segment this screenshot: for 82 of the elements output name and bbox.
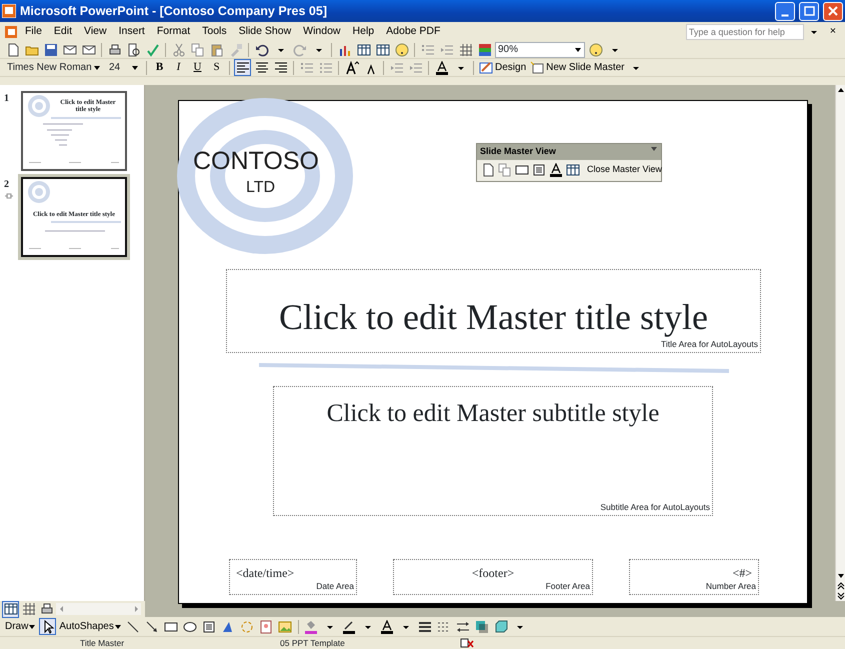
caret-icon [574, 46, 582, 54]
copy-icon[interactable] [189, 41, 206, 58]
logo-suffix: LTD [246, 178, 276, 198]
autoshapes-menu-button[interactable]: AutoShapes [58, 618, 123, 635]
normal-view-icon[interactable] [2, 600, 19, 618]
bold-button[interactable]: B [151, 59, 168, 76]
draw-menu-button[interactable]: Draw [4, 618, 38, 635]
caret-icon [114, 622, 122, 630]
placeholder-label: Number Area [706, 580, 756, 593]
menu-item[interactable]: Format [152, 22, 196, 40]
minimize-button[interactable] [775, 2, 795, 20]
underline-button[interactable]: U [189, 59, 206, 76]
font-name: Times New Roman [7, 61, 92, 75]
close-document-button[interactable]: × [824, 22, 841, 40]
logo-name: CONTOSO [193, 146, 319, 177]
subtitle-text-line [45, 229, 105, 233]
close-button[interactable] [823, 2, 843, 20]
align-left-button[interactable] [234, 59, 251, 76]
menu-item[interactable]: Edit [48, 22, 78, 40]
footer-placeholder[interactable]: <date/time> Date Area [229, 559, 357, 595]
footer-placeholder[interactable]: <#> Number Area [629, 559, 759, 595]
close-master-view-button[interactable]: Close Master View [585, 163, 664, 177]
caret-icon [131, 64, 139, 72]
previous-slide-icon[interactable] [836, 581, 845, 591]
fill-color-icon[interactable] [302, 618, 320, 635]
footer-text: <date/time> [235, 565, 296, 582]
menu-item[interactable]: Window [298, 22, 346, 40]
font-size-value: 24 [109, 61, 120, 75]
shadow-button[interactable]: S [208, 59, 225, 76]
spelling-error-icon [460, 638, 474, 648]
3d-style-icon[interactable] [492, 618, 510, 635]
menu-item[interactable]: File [20, 22, 47, 40]
title-rule [51, 117, 121, 119]
slide-number: 2 [4, 178, 10, 192]
placeholder-label: Subtitle Area for AutoLayouts [600, 501, 710, 514]
footer-text: <#> [731, 565, 753, 582]
save-icon[interactable] [42, 41, 59, 58]
status-text: Title Master [80, 636, 126, 649]
subtitle-text: Click to edit Master subtitle style [326, 399, 660, 429]
zoom-value: 90% [498, 43, 518, 57]
vertical-scrollbar[interactable] [835, 85, 845, 601]
maximize-button[interactable] [799, 2, 819, 20]
slide-sorter-icon[interactable] [20, 600, 37, 618]
slide-number: 1 [4, 92, 10, 106]
italic-button[interactable]: I [170, 59, 187, 76]
footer-placeholder[interactable]: <footer> Footer Area [393, 559, 593, 595]
menu-item[interactable]: View [79, 22, 112, 40]
menu-item[interactable]: Insert [114, 22, 150, 40]
menu-item[interactable]: Slide Show [234, 22, 296, 40]
font-color-icon[interactable] [433, 59, 450, 76]
select-pointer-icon[interactable] [39, 618, 56, 635]
caret-icon [28, 622, 36, 630]
menu-item[interactable]: Tools [197, 22, 232, 40]
app-icon [2, 4, 16, 18]
status-text: 05 PPT Template [280, 636, 346, 649]
next-slide-icon[interactable] [836, 591, 845, 601]
design-icon [479, 60, 493, 74]
font-color-icon[interactable] [378, 618, 396, 635]
toolbar-title: Slide Master View [480, 145, 556, 158]
grid-icon[interactable] [457, 41, 474, 58]
zoom-dropdown[interactable]: 90% [495, 42, 585, 58]
document-icon[interactable] [4, 24, 18, 38]
new-slide-master-button[interactable]: New Slide Master [529, 59, 626, 76]
subtitle-placeholder[interactable]: Click to edit Master subtitle style Subtitle Area for AutoLayouts [273, 386, 713, 516]
menu-item[interactable]: Help [348, 22, 380, 40]
design-button[interactable]: Design [478, 59, 528, 76]
close-icon [826, 4, 840, 18]
menu-item[interactable]: Adobe PDF [381, 22, 446, 40]
restore-icon [802, 4, 816, 18]
new-master-icon [530, 60, 544, 74]
help-search-field[interactable]: Type a question for help [686, 24, 804, 40]
horizontal-scrollbar[interactable] [56, 603, 141, 615]
caret-icon [93, 64, 101, 72]
minimize-icon [781, 14, 789, 16]
placeholder-label: Footer Area [546, 580, 590, 593]
title-rule [51, 221, 121, 223]
window-title: Microsoft PowerPoint - [Contoso Company Pres 05] [20, 2, 328, 20]
title-placeholder[interactable]: Click to edit Master title style Title Area for AutoLayouts [226, 269, 761, 353]
shadow-style-icon[interactable] [474, 618, 491, 635]
footer-text: <footer> [470, 565, 516, 582]
placeholder-label: Date Area [316, 580, 354, 593]
placeholder-label: Title Area for AutoLayouts [660, 338, 758, 351]
